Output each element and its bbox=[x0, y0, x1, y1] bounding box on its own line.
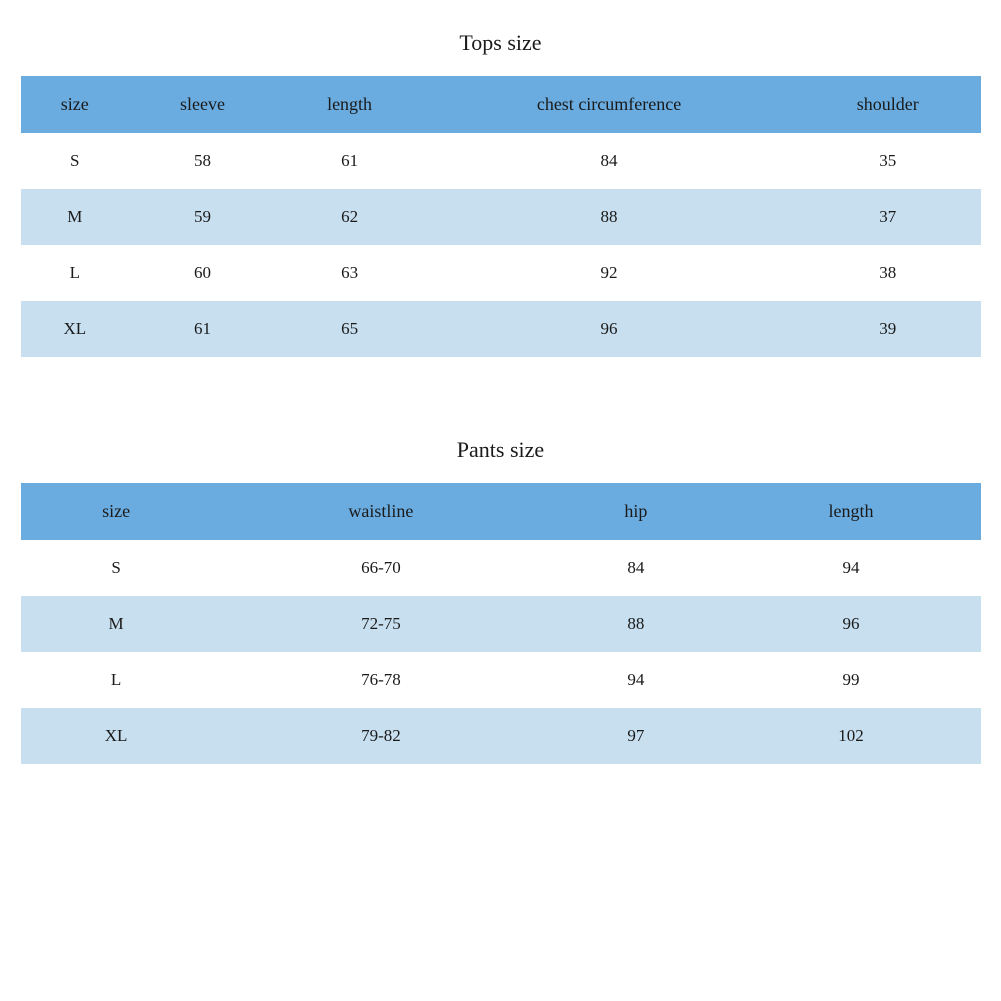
tops-data-row: XL61659639 bbox=[21, 301, 981, 357]
tops-data-cell: 63 bbox=[276, 245, 423, 301]
pants-header-cell: length bbox=[722, 483, 981, 540]
pants-data-cell: 94 bbox=[550, 652, 721, 708]
tops-data-row: S58618435 bbox=[21, 133, 981, 189]
tops-header-row: sizesleevelengthchest circumferenceshoul… bbox=[21, 76, 981, 133]
pants-body: S66-708494M72-758896L76-789499XL79-82971… bbox=[21, 540, 981, 764]
tops-data-cell: 96 bbox=[423, 301, 795, 357]
tops-header-cell: chest circumference bbox=[423, 76, 795, 133]
pants-data-cell: 102 bbox=[722, 708, 981, 764]
tops-data-cell: L bbox=[21, 245, 130, 301]
pants-section: Pants size sizewaistlinehiplength S66-70… bbox=[21, 427, 981, 764]
pants-data-row: XL79-8297102 bbox=[21, 708, 981, 764]
tops-data-cell: 35 bbox=[795, 133, 981, 189]
tops-data-cell: 92 bbox=[423, 245, 795, 301]
pants-data-cell: 76-78 bbox=[212, 652, 551, 708]
pants-data-row: M72-758896 bbox=[21, 596, 981, 652]
tops-data-cell: 60 bbox=[129, 245, 276, 301]
tops-data-cell: 84 bbox=[423, 133, 795, 189]
tops-data-cell: 38 bbox=[795, 245, 981, 301]
tops-data-cell: S bbox=[21, 133, 130, 189]
pants-data-cell: 88 bbox=[550, 596, 721, 652]
tops-data-cell: XL bbox=[21, 301, 130, 357]
pants-data-row: S66-708494 bbox=[21, 540, 981, 596]
pants-data-cell: 96 bbox=[722, 596, 981, 652]
pants-title: Pants size bbox=[21, 427, 981, 473]
pants-data-cell: 72-75 bbox=[212, 596, 551, 652]
pants-data-cell: L bbox=[21, 652, 212, 708]
pants-data-cell: 84 bbox=[550, 540, 721, 596]
pants-data-cell: 94 bbox=[722, 540, 981, 596]
pants-header-cell: size bbox=[21, 483, 212, 540]
tops-data-cell: 88 bbox=[423, 189, 795, 245]
pants-data-cell: 79-82 bbox=[212, 708, 551, 764]
tops-data-cell: 61 bbox=[276, 133, 423, 189]
tops-section: Tops size sizesleevelengthchest circumfe… bbox=[21, 20, 981, 357]
tops-header-cell: sleeve bbox=[129, 76, 276, 133]
pants-data-row: L76-789499 bbox=[21, 652, 981, 708]
pants-data-cell: M bbox=[21, 596, 212, 652]
pants-data-cell: 97 bbox=[550, 708, 721, 764]
pants-data-cell: XL bbox=[21, 708, 212, 764]
pants-header-cell: hip bbox=[550, 483, 721, 540]
tops-header-cell: size bbox=[21, 76, 130, 133]
tops-data-cell: 61 bbox=[129, 301, 276, 357]
tops-data-cell: 65 bbox=[276, 301, 423, 357]
tops-data-cell: M bbox=[21, 189, 130, 245]
pants-table: sizewaistlinehiplength S66-708494M72-758… bbox=[21, 483, 981, 764]
pants-data-cell: 99 bbox=[722, 652, 981, 708]
tops-header-cell: shoulder bbox=[795, 76, 981, 133]
tops-data-cell: 37 bbox=[795, 189, 981, 245]
tops-table: sizesleevelengthchest circumferenceshoul… bbox=[21, 76, 981, 357]
tops-header-cell: length bbox=[276, 76, 423, 133]
pants-header-row: sizewaistlinehiplength bbox=[21, 483, 981, 540]
pants-data-cell: 66-70 bbox=[212, 540, 551, 596]
tops-data-cell: 58 bbox=[129, 133, 276, 189]
tops-data-cell: 62 bbox=[276, 189, 423, 245]
tops-data-cell: 59 bbox=[129, 189, 276, 245]
pants-data-cell: S bbox=[21, 540, 212, 596]
tops-data-row: L60639238 bbox=[21, 245, 981, 301]
pants-header-cell: waistline bbox=[212, 483, 551, 540]
tops-data-row: M59628837 bbox=[21, 189, 981, 245]
tops-body: S58618435M59628837L60639238XL61659639 bbox=[21, 133, 981, 357]
tops-title: Tops size bbox=[21, 20, 981, 66]
tops-data-cell: 39 bbox=[795, 301, 981, 357]
